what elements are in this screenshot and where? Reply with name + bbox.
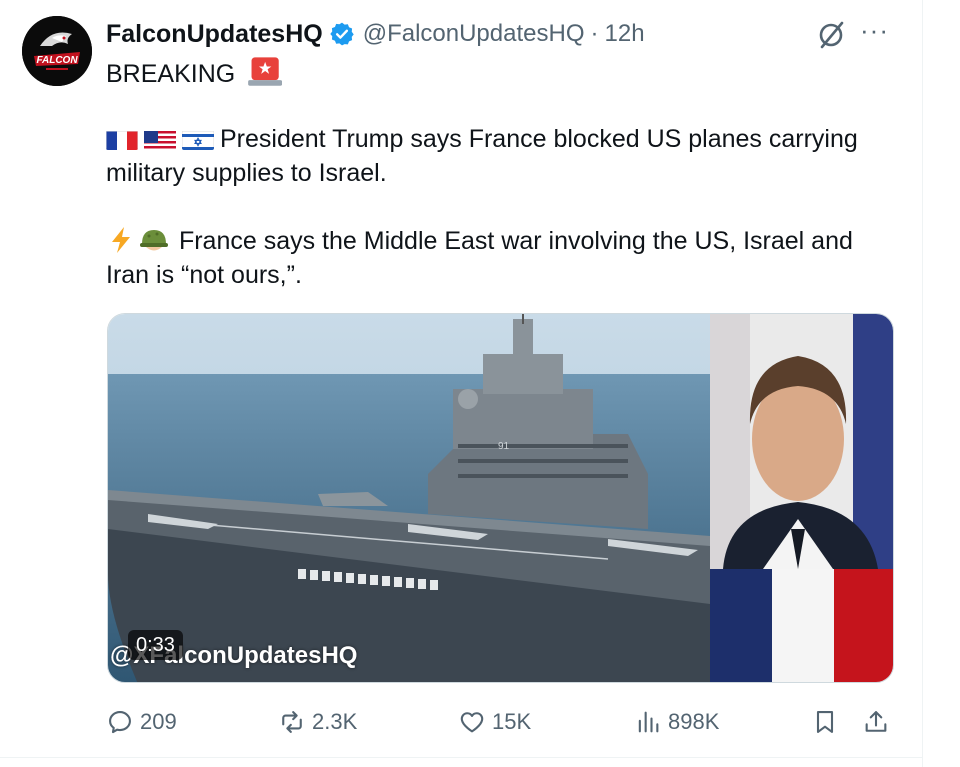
paragraph-2-text: France says the Middle East war involvin… — [106, 227, 853, 289]
siren-icon — [248, 57, 283, 86]
separator-dot: · — [590, 20, 599, 47]
post-divider — [0, 757, 922, 758]
breaking-label: BREAKING — [106, 60, 236, 88]
avatar-text: FALCON — [36, 55, 78, 66]
views-count: 898K — [668, 709, 720, 734]
video-duration: 0:33 — [128, 630, 183, 660]
like-button[interactable]: 15K — [458, 700, 531, 744]
paragraph-2: France says the Middle East war involvin… — [106, 224, 896, 292]
reply-count: 209 — [140, 709, 177, 734]
flag-france-icon — [106, 128, 138, 150]
like-count: 15K — [492, 709, 532, 734]
paragraph-1-text: President Trump says France blocked US p… — [106, 125, 858, 187]
breaking-line: BREAKING — [106, 54, 896, 91]
grok-icon[interactable] — [814, 18, 848, 52]
column-divider — [922, 0, 923, 767]
repost-icon — [282, 711, 302, 733]
lightning-icon — [112, 227, 130, 253]
handle[interactable]: @FalconUpdatesHQ — [363, 20, 585, 48]
reply-icon — [109, 711, 131, 734]
views-icon — [638, 711, 659, 733]
flag-israel-icon — [182, 128, 214, 150]
verified-badge-icon — [330, 22, 354, 46]
hull-number: 91 — [498, 441, 510, 452]
more-icon[interactable]: ··· — [860, 17, 894, 50]
paragraph-1: President Trump says France blocked US p… — [106, 122, 896, 190]
share-icon — [865, 711, 887, 732]
like-icon — [460, 712, 484, 733]
action-bar: 209 2.3K 15K 898K — [106, 700, 896, 744]
bookmark-icon — [816, 711, 834, 733]
share-button[interactable] — [862, 700, 896, 744]
reply-button[interactable]: 209 — [106, 700, 177, 744]
video-thumbnail: 91 — [108, 314, 893, 682]
avatar[interactable]: FALCON — [22, 16, 92, 86]
flag-us-icon — [144, 128, 176, 150]
views-button[interactable]: 898K — [634, 700, 719, 744]
post-header: FalconUpdatesHQ @FalconUpdatesHQ · 12h — [106, 16, 645, 52]
display-name[interactable]: FalconUpdatesHQ — [106, 20, 323, 49]
bookmark-button[interactable] — [811, 700, 845, 744]
timestamp[interactable]: 12h — [605, 20, 645, 48]
helmet-icon — [140, 230, 168, 251]
repost-count: 2.3K — [312, 709, 358, 734]
repost-button[interactable]: 2.3K — [278, 700, 357, 744]
video-player[interactable]: 91 — [107, 313, 894, 683]
